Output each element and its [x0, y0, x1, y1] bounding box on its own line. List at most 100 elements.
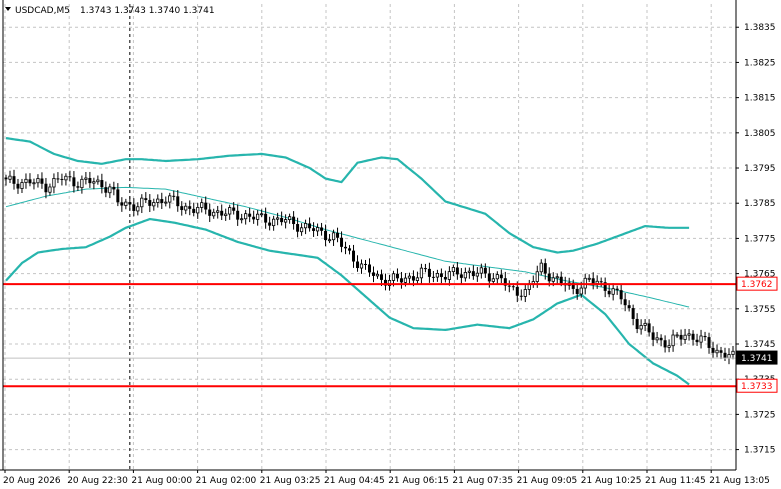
candle: [707, 332, 711, 354]
candle: [172, 190, 176, 201]
candle: [723, 347, 727, 361]
candle-body-bear: [519, 295, 523, 297]
candle: [467, 267, 471, 279]
candle-body-bull: [491, 278, 495, 282]
candle: [356, 255, 360, 272]
candle-body-bull: [447, 271, 451, 280]
candle-body-bear: [248, 213, 252, 217]
candle: [180, 201, 184, 216]
candle: [655, 331, 659, 344]
candle-body-bear: [663, 340, 667, 348]
candle-body-bull: [299, 227, 304, 233]
price-chart[interactable]: 1.3835 1.3825 1.3815 1.3805 1.3795 1.3785 1.37…: [0, 0, 781, 489]
x-tick-label: 21 Aug 04:45: [324, 476, 385, 486]
candle-body-bull: [535, 271, 539, 282]
candle-body-bull: [240, 218, 244, 221]
x-tick-label: 21 Aug 10:25: [581, 476, 642, 486]
candle-body-bear: [368, 264, 371, 273]
candle: [196, 203, 200, 219]
candle-body-bear: [364, 263, 368, 265]
candle: [28, 173, 32, 187]
candle: [447, 266, 451, 286]
candle-body-bull: [156, 198, 160, 203]
y-tick-label: 1.3785: [744, 199, 776, 209]
candle-body-bull: [196, 207, 200, 214]
candle: [220, 204, 224, 221]
candle: [236, 204, 240, 226]
candle-body-bull: [687, 333, 691, 336]
candle-body-bear: [459, 274, 463, 278]
candle-body-bear: [559, 276, 563, 284]
candle-body-bear: [543, 263, 547, 274]
candle: [192, 202, 196, 217]
candle-body-bull: [136, 206, 140, 212]
candle-body-bull: [276, 217, 280, 220]
candle-body-bull: [244, 213, 248, 220]
candle-body-bull: [288, 216, 292, 221]
candle: [248, 207, 252, 223]
candle: [344, 241, 348, 255]
candle: [140, 194, 144, 214]
candle: [60, 173, 64, 186]
candle: [324, 224, 328, 247]
candle-body-bear: [324, 230, 328, 241]
dropdown-triangle-icon[interactable]: [5, 7, 11, 11]
candle-body-bull: [200, 202, 204, 208]
candle-body-bear: [252, 216, 256, 220]
candle: [188, 200, 192, 216]
candle: [92, 177, 96, 190]
candle: [459, 268, 463, 284]
candle: [663, 335, 667, 353]
candle: [256, 210, 260, 226]
candle: [228, 204, 232, 220]
candle: [683, 328, 687, 344]
candle-body-bear: [607, 290, 611, 295]
candle-body-bear: [160, 199, 164, 204]
candle: [499, 269, 503, 283]
candle: [727, 348, 731, 365]
candle-body-bear: [40, 178, 44, 184]
candle-body-bull: [212, 211, 216, 217]
candle-body-bear: [439, 273, 443, 277]
candle-body-bull: [699, 335, 703, 343]
y-tick-label: 1.3725: [744, 410, 776, 420]
candle-body-bull: [92, 181, 96, 184]
candle-body-bull: [435, 272, 440, 278]
candle: [280, 211, 284, 226]
candle-body-bear: [515, 286, 519, 296]
x-tick-label: 21 Aug 11:45: [645, 476, 706, 486]
candle: [216, 205, 220, 219]
candle: [16, 178, 20, 194]
candle-body-bull: [36, 178, 40, 184]
candle-body-bear: [635, 318, 639, 330]
candle-body-bull: [727, 354, 731, 359]
candle: [88, 171, 92, 188]
candle: [20, 178, 24, 194]
candle-body-bear: [132, 204, 136, 211]
candle-body-bull: [216, 210, 220, 213]
candle: [731, 346, 735, 360]
candle: [699, 329, 703, 349]
candles-layer: [4, 169, 735, 365]
candle: [348, 245, 352, 255]
candle: [40, 172, 44, 189]
candle-body-bull: [140, 197, 144, 208]
candle: [352, 244, 356, 268]
candle: [164, 196, 168, 207]
x-tick-label: 21 Aug 07:35: [452, 476, 513, 486]
x-tick-label: 21 Aug 00:00: [131, 476, 192, 486]
candle: [240, 213, 244, 224]
candle-body-bear: [695, 339, 699, 343]
y-tick-label: 1.3825: [744, 58, 776, 68]
candle-body-bear: [707, 337, 711, 348]
candle: [368, 258, 371, 277]
candle-body-bull: [96, 179, 100, 183]
candle: [176, 190, 180, 212]
x-tick-label: 21 Aug 13:05: [709, 476, 770, 486]
symbol-timeframe-label: USDCAD,M5: [15, 6, 70, 16]
candle: [48, 183, 52, 196]
candle: [703, 331, 707, 341]
candle: [288, 213, 292, 224]
candle-body-bear: [627, 305, 631, 309]
price-tag-label: 1.3741: [741, 354, 773, 364]
